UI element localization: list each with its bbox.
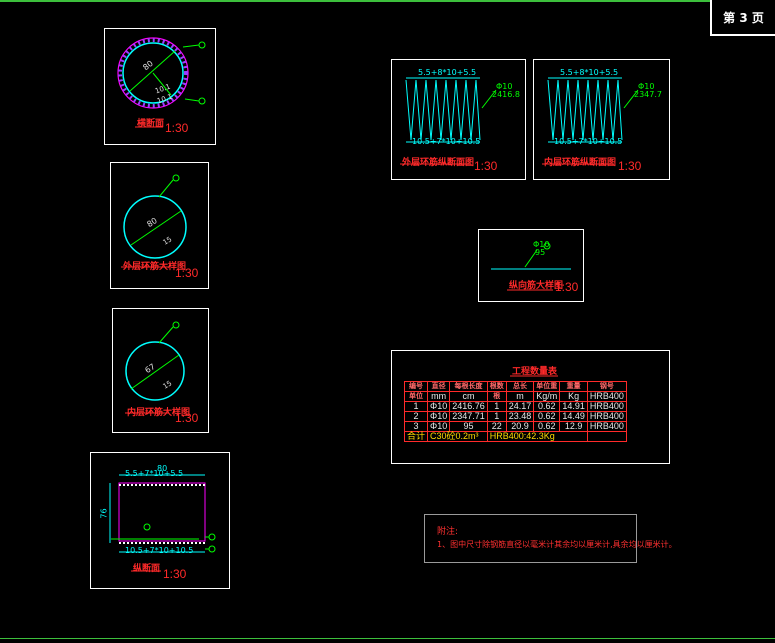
unit-cell: cm [449, 391, 488, 402]
inner-elev-top-dim: 5.5+8*10+5.5 [560, 68, 619, 77]
table-cell: 24.17 [505, 401, 535, 412]
inner-elev-bottom-dim: 10.5+7*10+10.5 [554, 137, 623, 146]
outer-elev-scale: 1:30 [474, 159, 498, 173]
unit-cell: mm [427, 391, 451, 402]
header-cell: 重量 [559, 381, 588, 392]
table-header-row: 编号 直径 每根长度 根数 总长 单位重 重量 钢号 [403, 381, 627, 392]
total-label: 合计 [403, 431, 429, 442]
cross-section-title: 横断面 [137, 119, 165, 129]
table-cell: 1 [403, 401, 429, 412]
table-cell: 1 [486, 401, 507, 412]
longbar-frame[interactable]: Φ10 95 纵向筋大样图 1:30 [478, 229, 584, 302]
longitudinal-title: 纵断面 [133, 564, 161, 574]
table-cell: HRB400 [586, 411, 627, 422]
table-cell: 14.91 [559, 401, 588, 412]
outer-elev-top-dim: 5.5+8*10+5.5 [418, 68, 477, 77]
quantity-table-frame[interactable]: 工程数量表 编号 直径 每根长度 根数 总长 单位重 重量 钢号 单位 mm c… [391, 350, 670, 464]
table-cell: 1 [486, 411, 507, 422]
inner-elev-spec-b: 2347.7 [634, 90, 662, 99]
table-cell: Φ10 [427, 401, 451, 412]
outer-elev-title: 外层环筋纵断面图 [402, 158, 475, 168]
drawing-top-border [0, 0, 775, 2]
outer-elev-frame[interactable]: 5.5+8*10+5.5 10.5+7*10+10.5 Φ10 2416.8 外… [391, 59, 526, 180]
table-cell: 14.49 [559, 411, 588, 422]
quantity-table: 编号 直径 每根长度 根数 总长 单位重 重量 钢号 单位 mm cm 根 m … [403, 381, 627, 442]
inner-elev-scale: 1:30 [618, 159, 642, 173]
inner-elev-frame[interactable]: 5.5+8*10+5.5 10.5+7*10+10.5 Φ10 2347.7 内… [533, 59, 670, 180]
header-cell: 直径 [427, 381, 451, 392]
unit-cell: Kg [559, 391, 588, 402]
longitudinal-scale: 1:30 [163, 567, 187, 581]
table-units-row: 单位 mm cm 根 m Kg/m Kg HRB400 [403, 391, 627, 402]
table-cell: 3 [403, 421, 429, 432]
outer-elev-bottom-dim: 10.5+7*10+10.5 [412, 137, 481, 146]
table-cell: 95 [449, 421, 488, 432]
longitudinal-frame[interactable]: 80 5.5+7*10+5.5 76 10.5+7*10+10.5 纵断面 1:… [90, 452, 230, 589]
longbar-spec-b: 95 [535, 248, 546, 257]
table-cell: 0.62 [533, 411, 561, 422]
longitudinal-bottom-dim: 10.5+7*10+10.5 [125, 546, 194, 555]
outer-ring-scale: 1:30 [175, 266, 199, 280]
header-cell: 钢号 [586, 381, 627, 392]
table-cell: 2 [403, 411, 429, 422]
longbar-scale: 1:30 [555, 280, 579, 294]
table-cell: HRB400 [586, 401, 627, 412]
inner-ring-scale: 1:30 [175, 411, 199, 425]
header-cell: 每根长度 [449, 381, 488, 392]
table-cell: 2347.71 [449, 411, 488, 422]
table-row: 2 Φ10 2347.71 1 23.48 0.62 14.49 HRB400 [403, 411, 627, 422]
unit-cell: HRB400 [586, 391, 627, 402]
longitudinal-top-dim: 5.5+7*10+5.5 [125, 469, 184, 478]
unit-cell: 根 [486, 391, 507, 402]
table-cell [586, 431, 627, 442]
header-cell: 根数 [486, 381, 507, 392]
table-cell: 23.48 [505, 411, 535, 422]
notes-frame[interactable]: 附注: 1、图中尺寸除钢筋直径以毫米计其余均以厘米计,具余均以厘米计。 [424, 514, 677, 563]
table-cell: 22 [486, 421, 507, 432]
table-cell: 0.62 [533, 401, 561, 412]
table-cell: 0.62 [533, 421, 561, 432]
table-cell: 12.9 [559, 421, 588, 432]
outer-elev-spec-b: 2416.8 [492, 90, 520, 99]
table-cell: Φ10 [427, 411, 451, 422]
table-row: 1 Φ10 2416.76 1 24.17 0.62 14.91 HRB400 [403, 401, 627, 412]
outer-ring-frame[interactable]: 80 15 外层环筋大样图 1:30 [110, 162, 209, 289]
header-cell: 编号 [403, 381, 429, 392]
table-cell: 2416.76 [449, 401, 488, 412]
total-concrete: C30砼0.2m³ [427, 431, 488, 442]
table-cell: Φ10 [427, 421, 451, 432]
cross-section-frame[interactable]: 80 10.1 10.1 横断面 1:30 [104, 28, 216, 145]
inner-ring-frame[interactable]: 67 15 内层环筋大样图 1:30 [112, 308, 209, 433]
cross-section-scale: 1:30 [165, 121, 189, 135]
table-total-row: 合计 C30砼0.2m³ HRB400:42.3Kg [403, 431, 627, 442]
table-row: 3 Φ10 95 22 20.9 0.62 12.9 HRB400 [403, 421, 627, 432]
drawing-bottom-border [0, 638, 775, 639]
unit-cell: Kg/m [533, 391, 561, 402]
page-number-label: 第 3 页 [723, 10, 764, 25]
unit-cell: m [505, 391, 535, 402]
header-cell: 单位重 [533, 381, 561, 392]
inner-elev-title: 内层环筋纵断面图 [544, 158, 617, 168]
total-steel: HRB400:42.3Kg [486, 431, 588, 442]
longitudinal-height: 76 [99, 508, 109, 519]
page-number-box: 第 3 页 [710, 0, 775, 36]
units-label: 单位 [403, 391, 429, 402]
header-cell: 总长 [505, 381, 535, 392]
notes-heading: 附注: [437, 527, 459, 537]
table-cell: HRB400 [586, 421, 627, 432]
table-cell: 20.9 [505, 421, 535, 432]
notes-line-1: 1、图中尺寸除钢筋直径以毫米计其余均以厘米计,具余均以厘米计。 [437, 540, 677, 549]
